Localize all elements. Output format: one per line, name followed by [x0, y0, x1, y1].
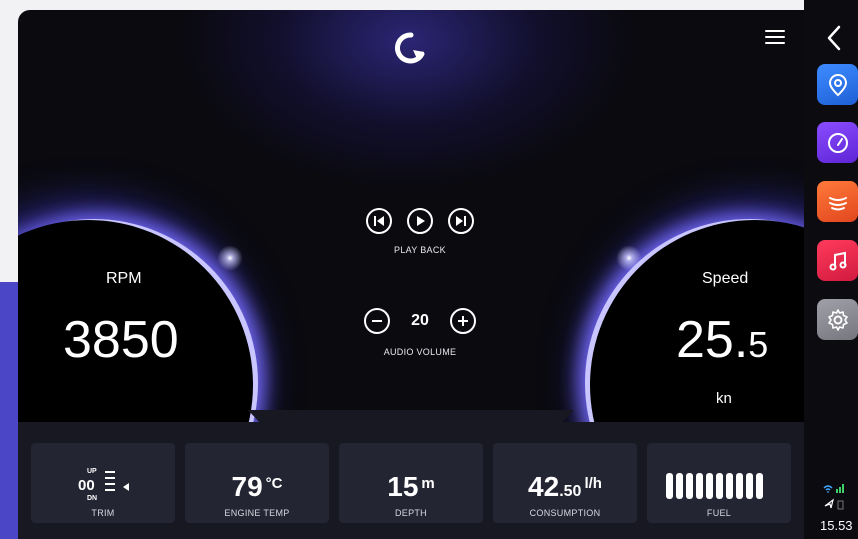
media-controls — [366, 208, 474, 234]
fuel-bar — [696, 473, 703, 499]
volume-control: 20 — [364, 308, 476, 334]
speed-value-dec: 5 — [748, 324, 769, 365]
consumption-value: 42 — [528, 471, 560, 502]
rpm-label: RPM — [106, 270, 142, 287]
consumption-value-group: 42.50 l/h — [493, 471, 637, 503]
navigation-arrow-icon — [824, 498, 834, 509]
fuel-label: FUEL — [706, 508, 732, 518]
fuel-bar — [706, 473, 713, 499]
speed-unit: kn — [716, 390, 732, 407]
trim-value: 00 — [78, 477, 95, 494]
fuel-level-bars — [666, 473, 763, 499]
trim-scale — [105, 471, 115, 495]
brand-logo-icon — [394, 32, 425, 64]
trim-pointer-icon — [123, 483, 129, 491]
skip-previous-icon[interactable] — [366, 208, 392, 234]
speed-value: 25.5 — [676, 310, 768, 370]
fuel-bar — [726, 473, 733, 499]
speedometer-icon[interactable] — [817, 122, 858, 163]
trim-indicator: UP 00 DN — [75, 468, 135, 508]
skip-next-icon[interactable] — [448, 208, 474, 234]
battery-icon — [837, 500, 844, 510]
playback-label: PLAY BACK — [394, 245, 446, 255]
depth-unit: m — [421, 475, 435, 492]
hamburger-menu-icon[interactable] — [764, 28, 786, 46]
trim-label: TRIM — [91, 508, 115, 518]
depth-value-group: 15 m — [339, 471, 483, 503]
depth-card[interactable]: 15 m DEPTH — [339, 443, 483, 523]
trim-card[interactable]: UP 00 DN TRIM — [31, 443, 175, 523]
consumption-card[interactable]: 42.50 l/h CONSUMPTION — [493, 443, 637, 523]
cellular-signal-icon — [836, 484, 844, 493]
fuel-bar — [686, 473, 693, 499]
engine-temp-card[interactable]: 79 °C ENGINE TEMP — [185, 443, 329, 523]
consumption-label: CONSUMPTION — [529, 508, 601, 518]
fuel-bar — [756, 473, 763, 499]
depth-label: DEPTH — [394, 508, 427, 518]
audio-volume-label: AUDIO VOLUME — [383, 347, 457, 357]
clock: 15.53 — [820, 518, 853, 533]
fuel-bar — [666, 473, 673, 499]
volume-minus-icon[interactable] — [364, 308, 390, 334]
play-icon[interactable] — [407, 208, 433, 234]
waves-icon[interactable] — [817, 181, 858, 222]
status-icons — [823, 484, 844, 510]
trim-dn-label: DN — [87, 495, 98, 502]
rpm-gauge-spark — [215, 243, 245, 273]
consumption-decimal: .50 — [559, 483, 582, 500]
fuel-card[interactable]: FUEL — [647, 443, 791, 523]
music-note-icon[interactable] — [817, 240, 858, 281]
fuel-bar — [746, 473, 753, 499]
rpm-value: 3850 — [63, 311, 179, 369]
engine-temp-label: ENGINE TEMP — [224, 508, 290, 518]
location-pin-icon[interactable] — [817, 64, 858, 105]
volume-value: 20 — [411, 312, 429, 329]
volume-plus-icon[interactable] — [449, 308, 476, 334]
engine-temp-unit: °C — [265, 475, 283, 492]
gear-icon[interactable] — [817, 299, 858, 340]
fuel-bar — [676, 473, 683, 499]
fuel-bar — [716, 473, 723, 499]
speed-value-int: 25. — [676, 311, 749, 369]
speed-label: Speed — [702, 270, 749, 287]
chevron-left-icon[interactable] — [824, 24, 844, 52]
fuel-bar — [736, 473, 743, 499]
depth-value: 15 — [387, 471, 419, 502]
speed-gauge-spark — [614, 243, 644, 273]
engine-temp-value: 79 — [231, 471, 263, 502]
consumption-unit: l/h — [584, 475, 602, 492]
wifi-icon — [823, 485, 833, 493]
trim-up-label: UP — [87, 468, 97, 475]
engine-temp-value-group: 79 °C — [185, 471, 329, 503]
app-rail: 15.53 — [804, 0, 858, 539]
